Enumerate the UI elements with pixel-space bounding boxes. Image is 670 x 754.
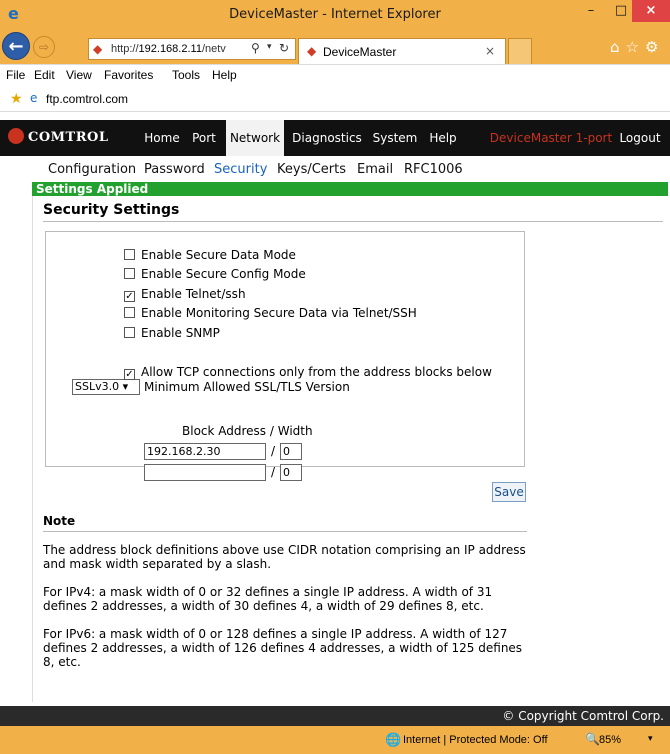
block-address-header: Block Address / Width [182,424,313,438]
option-telnet-ssh[interactable]: ✓ Enable Telnet/ssh [124,287,246,302]
menu-bar: File Edit View Favorites Tools Help [0,64,670,86]
slash-separator: / [271,465,276,479]
browser-status-bar: 🌐 Internet | Protected Mode: Off 🔍 85% ▾ [0,726,670,754]
settings-applied-banner: Settings Applied [32,182,668,196]
nav-tab-system[interactable]: System [370,120,420,156]
favorite-link[interactable]: ftp.comtrol.com [46,92,128,106]
checkbox[interactable] [124,268,135,279]
nav-tab-help[interactable]: Help [424,120,462,156]
block-width-input-2[interactable]: 0 [280,464,302,481]
settings-gear-icon[interactable]: ⚙ [645,38,664,56]
note-title: Note [43,514,76,528]
site-icon: ◆ [93,42,103,56]
menu-favorites[interactable]: Favorites [104,68,153,82]
browser-tab[interactable]: ◆ DeviceMaster × [298,38,506,64]
security-panel: Security Settings Enable Secure Data Mod… [32,196,668,702]
ssl-version-select[interactable]: SSLv3.0 ▾ [72,379,140,395]
address-dropdown-icon[interactable]: ▾ [267,42,272,52]
option-secure-data-mode[interactable]: Enable Secure Data Mode [124,248,296,262]
toolbar-icons: ⌂☆⚙ [610,38,664,56]
menu-edit[interactable]: Edit [34,68,55,82]
subnav-keys-certs[interactable]: Keys/Certs [277,162,346,177]
minimize-button[interactable]: – [574,0,608,22]
note-paragraph: For IPv6: a mask width of 0 or 128 defin… [43,627,523,669]
block-address-input-1[interactable]: 192.168.2.30 [144,443,266,460]
nav-tab-home[interactable]: Home [140,120,184,156]
slash-separator: / [271,444,276,458]
subnav-rfc1006[interactable]: RFC1006 [404,162,463,177]
menu-tools[interactable]: Tools [172,68,200,82]
comtrol-logo: COMTROL [8,128,109,148]
page-viewport: COMTROL Home Port Network Diagnostics Sy… [0,112,670,706]
option-monitoring-secure-data[interactable]: Enable Monitoring Secure Data via Telnet… [124,306,417,320]
tab-label: DeviceMaster [323,45,397,59]
save-button[interactable]: Save [492,482,526,502]
subnav-password[interactable]: Password [144,162,205,177]
checkbox[interactable] [124,249,135,260]
subnav-email[interactable]: Email [357,162,393,177]
option-snmp[interactable]: Enable SNMP [124,326,220,340]
globe-icon: 🌐 [385,733,402,748]
address-url[interactable]: http://192.168.2.11/netv [111,43,247,55]
zoom-icon[interactable]: 🔍 [585,732,600,746]
subnav-security[interactable]: Security [214,162,267,177]
copyright-footer: © Copyright Comtrol Corp. [0,706,670,726]
window-title: DeviceMaster - Internet Explorer [229,7,441,22]
checkbox[interactable] [124,327,135,338]
chevron-down-icon: ▾ [122,380,129,393]
device-top-nav: COMTROL Home Port Network Diagnostics Sy… [0,120,670,156]
title-divider [43,221,663,222]
title-bar: e DeviceMaster - Internet Explorer – □ × [0,0,670,30]
security-subnav: Configuration Password Security Keys/Cer… [0,156,670,180]
option-allow-tcp-blocks[interactable]: ✓ Allow TCP connections only from the add… [124,365,492,380]
nav-tab-diagnostics[interactable]: Diagnostics [288,120,366,156]
tab-close-icon[interactable]: × [485,44,495,58]
close-window-button[interactable]: × [632,0,670,22]
ie-page-icon: e [30,91,38,105]
subnav-configuration[interactable]: Configuration [48,162,136,177]
home-icon[interactable]: ⌂ [610,38,626,56]
forward-button[interactable]: ⇨ [33,36,55,58]
device-name-link[interactable]: DeviceMaster 1-port [482,120,620,156]
security-form: Enable Secure Data Mode Enable Secure Co… [45,231,525,481]
note-paragraph: The address block definitions above use … [43,543,526,571]
page-title: Security Settings [43,202,180,218]
search-icon[interactable]: ⚲ [251,41,260,55]
favorites-icon[interactable]: ☆ [626,38,645,56]
option-secure-config-mode[interactable]: Enable Secure Config Mode [124,267,306,281]
logo-mark-icon [8,128,24,144]
browser-window: e DeviceMaster - Internet Explorer – □ ×… [0,0,670,754]
block-address-input-2[interactable] [144,464,266,481]
logout-button[interactable]: Logout [614,120,666,156]
note-divider [43,531,527,532]
menu-help[interactable]: Help [212,68,237,82]
tab-site-icon: ◆ [307,44,317,58]
note-paragraph: For IPv4: a mask width of 0 or 32 define… [43,585,493,613]
nav-tab-network[interactable]: Network [226,120,284,156]
security-zone-status: Internet | Protected Mode: Off [403,734,548,746]
nav-tab-port[interactable]: Port [186,120,222,156]
new-tab-button[interactable] [508,38,532,64]
back-button[interactable]: ← [2,32,30,60]
favorites-star-icon[interactable]: ★ [10,91,23,107]
browser-nav-bar: ← ⇨ ◆ http://192.168.2.11/netv ⚲ ▾ ↻ ◆ D… [0,30,670,64]
address-bar[interactable]: ◆ http://192.168.2.11/netv ⚲ ▾ ↻ [88,38,296,60]
zoom-level[interactable]: 85% [599,734,621,746]
menu-view[interactable]: View [66,68,92,82]
checkbox[interactable]: ✓ [124,291,135,302]
block-width-input-1[interactable]: 0 [280,443,302,460]
favorites-bar: ★ e ftp.comtrol.com [0,86,670,112]
checkbox[interactable] [124,307,135,318]
checkbox[interactable]: ✓ [124,369,135,380]
menu-file[interactable]: File [6,68,25,82]
zoom-dropdown-icon[interactable]: ▾ [648,734,653,744]
refresh-icon[interactable]: ↻ [279,41,289,55]
ssl-version-label: Minimum Allowed SSL/TLS Version [144,380,350,394]
